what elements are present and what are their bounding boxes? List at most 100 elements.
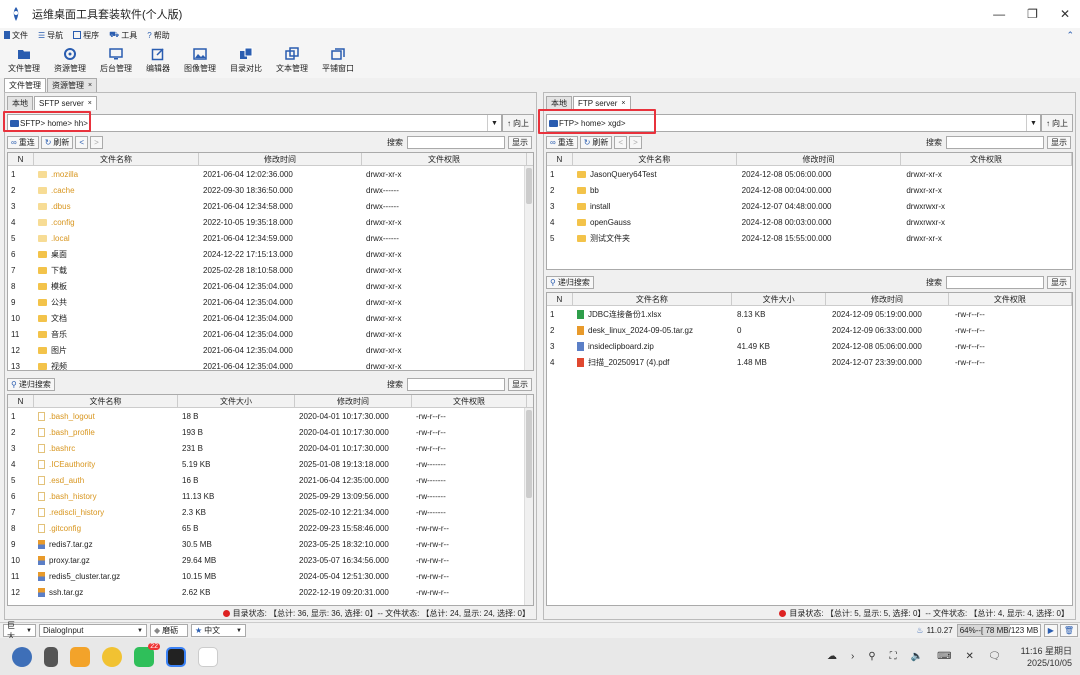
menu-help[interactable]: ? 帮助: [147, 30, 169, 41]
forward-button[interactable]: >: [90, 135, 103, 149]
table-row[interactable]: 10 文档 2021-06-04 12:35:04.000 drwxr-xr-x: [8, 310, 533, 326]
table-row[interactable]: 6 .bash_history 11.13 KB 2025-09-29 13:09:5…: [8, 488, 533, 504]
font-select[interactable]: DialogInput ▼: [39, 624, 147, 637]
cloud-icon[interactable]: ☁: [827, 651, 837, 662]
trash-icon[interactable]: 🗑: [1059, 624, 1078, 637]
play-button[interactable]: ▶: [1043, 624, 1058, 637]
theme-select[interactable]: ◆ 磨砺: [150, 624, 188, 637]
toolbar-dir-compare[interactable]: 目录对比: [228, 42, 264, 78]
launcher-icon[interactable]: [12, 646, 32, 667]
search-icon[interactable]: ⚲: [868, 651, 875, 662]
menu-tools[interactable]: ⛟ 工具: [109, 30, 137, 41]
chat-app-icon[interactable]: 22: [134, 642, 160, 667]
show-button[interactable]: 显示: [1047, 275, 1071, 289]
table-row[interactable]: 10 proxy.tar.gz 29.64 MB 2023-05-07 16:34:5…: [8, 552, 533, 568]
notification-icon[interactable]: 🗨: [988, 651, 1001, 662]
toolbar-text-manage[interactable]: 文本管理: [274, 42, 310, 78]
table-row[interactable]: 5 测试文件夹 2024-12-08 15:55:00.000 drwxr-xr-x: [547, 230, 1072, 246]
collapse-icon[interactable]: ⌃: [1066, 30, 1074, 41]
maximize-icon[interactable]: ❐: [1027, 7, 1038, 21]
multitask-icon[interactable]: [44, 646, 58, 667]
forward-button[interactable]: >: [629, 135, 642, 149]
back-button[interactable]: <: [614, 135, 628, 149]
table-row[interactable]: 12 ssh.tar.gz 2.62 KB 2022-12-19 09:20:31.0…: [8, 584, 533, 600]
close-tab-icon[interactable]: ×: [621, 100, 625, 107]
table-row[interactable]: 1 .bash_logout 18 B 2020-04-01 10:17:30.000…: [8, 408, 533, 424]
language-select[interactable]: ★ 中文 ▼: [191, 624, 246, 637]
tab-resource-manage[interactable]: 资源管理 ×: [47, 78, 98, 92]
table-row[interactable]: 2 .cache 2022-09-30 18:36:50.000 drwx------: [8, 182, 533, 198]
tab-file-manage[interactable]: 文件管理: [4, 78, 46, 92]
up-button[interactable]: ↑ 向上: [502, 114, 534, 132]
volume-icon[interactable]: 🔈: [911, 651, 923, 662]
keyboard-icon[interactable]: ⌨: [937, 651, 951, 662]
table-row[interactable]: 13 视频 2021-06-04 12:35:04.000 drwxr-xr-x: [8, 358, 533, 371]
file-search-input[interactable]: [407, 377, 505, 391]
table-row[interactable]: 1 JDBC连接备份1.xlsx 8.13 KB 2024-12-09 05:19:0…: [547, 306, 1072, 322]
tab-local[interactable]: 本地: [7, 96, 33, 110]
dir-search-input[interactable]: [407, 135, 505, 149]
table-row[interactable]: 8 .gitconfig 65 B 2022-09-23 15:58:46.000 -r…: [8, 520, 533, 536]
path-dropdown-icon[interactable]: ▼: [1026, 115, 1040, 131]
browser-icon[interactable]: [102, 646, 122, 667]
table-row[interactable]: 8 模板 2021-06-04 12:35:04.000 drwxr-xr-x: [8, 278, 533, 294]
table-row[interactable]: 3 .bashrc 231 B 2020-04-01 10:17:30.000 -rw-…: [8, 440, 533, 456]
table-row[interactable]: 3 insideclipboard.zip 41.49 KB 2024-12-08 0…: [547, 338, 1072, 354]
close-icon[interactable]: ✕: [966, 651, 974, 662]
close-tab-icon[interactable]: ×: [88, 82, 92, 89]
table-row[interactable]: 4 openGauss 2024-12-08 00:03:00.000 drwxrwx…: [547, 214, 1072, 230]
up-button[interactable]: ↑ 向上: [1041, 114, 1073, 132]
recursive-search-button[interactable]: ⚲ 递归搜索: [7, 377, 55, 391]
table-row[interactable]: 7 下载 2025-02-28 18:10:58.000 drwxr-xr-x: [8, 262, 533, 278]
reconnect-button[interactable]: ∞ 重连: [7, 135, 39, 149]
table-row[interactable]: 3 install 2024-12-07 04:48:00.000 drwxrwxr-…: [547, 198, 1072, 214]
path-dropdown-icon[interactable]: ▼: [487, 115, 501, 131]
size-select[interactable]: 巨大 ▼: [3, 621, 36, 641]
table-row[interactable]: 11 redis5_cluster.tar.gz 10.15 MB 2024-05-0…: [8, 568, 533, 584]
show-button[interactable]: 显示: [508, 377, 532, 391]
table-row[interactable]: 4 .config 2022-10-05 19:35:18.000 drwxr-xr-…: [8, 214, 533, 230]
table-row[interactable]: 9 redis7.tar.gz 30.5 MB 2023-05-25 18:32:10…: [8, 536, 533, 552]
menu-nav[interactable]: ☰ 导航: [38, 30, 63, 41]
table-row[interactable]: 4 .ICEauthority 5.19 KB 2025-01-08 19:13:18…: [8, 456, 533, 472]
table-row[interactable]: 1 .mozilla 2021-06-04 12:02:36.000 drwxr-xr…: [8, 166, 533, 182]
close-tab-icon[interactable]: ×: [88, 100, 92, 107]
table-row[interactable]: 11 音乐 2021-06-04 12:35:04.000 drwxr-xr-x: [8, 326, 533, 342]
table-row[interactable]: 2 .bash_profile 193 B 2020-04-01 10:17:30.0…: [8, 424, 533, 440]
chevron-right-icon[interactable]: ›: [851, 651, 854, 662]
toolbar-editor[interactable]: 编辑器: [144, 42, 172, 78]
toolbar-resource-manage[interactable]: 资源管理: [52, 42, 88, 78]
toolbar-backend-manage[interactable]: 后台管理: [98, 42, 134, 78]
clock[interactable]: 11:16 星期日 2025/10/05: [1021, 645, 1072, 669]
reconnect-button[interactable]: ∞ 重连: [546, 135, 578, 149]
table-row[interactable]: 1 JasonQuery64Test 2024-12-08 05:06:00.000…: [547, 166, 1072, 182]
menu-file[interactable]: 文件: [4, 30, 28, 41]
refresh-button[interactable]: ↻ 刷新: [579, 135, 613, 149]
toolbar-file-manage[interactable]: 文件管理: [6, 42, 42, 78]
table-row[interactable]: 3 .dbus 2021-06-04 12:34:58.000 drwx------: [8, 198, 533, 214]
minimize-icon[interactable]: —: [993, 7, 1005, 21]
table-row[interactable]: 7 .rediscli_history 2.3 KB 2025-02-10 12:21…: [8, 504, 533, 520]
dir-search-input[interactable]: [946, 135, 1044, 149]
table-row[interactable]: 2 desk_linux_2024-09-05.tar.gz 0 2024-12-09…: [547, 322, 1072, 338]
recursive-search-button[interactable]: ⚲ 递归搜索: [546, 275, 594, 289]
refresh-button[interactable]: ↻ 刷新: [40, 135, 74, 149]
file-search-input[interactable]: [946, 275, 1044, 289]
terminal-icon[interactable]: [166, 646, 186, 667]
scrollbar[interactable]: [524, 166, 533, 370]
tab-sftp-server[interactable]: SFTP server ×: [34, 96, 97, 110]
table-row[interactable]: 12 图片 2021-06-04 12:35:04.000 drwxr-xr-x: [8, 342, 533, 358]
network-icon[interactable]: ⛶: [890, 651, 897, 662]
scrollbar[interactable]: [524, 408, 533, 605]
toolbar-tile-window[interactable]: 平铺窗口: [320, 42, 356, 78]
show-button[interactable]: 显示: [1047, 135, 1071, 149]
menu-program[interactable]: 程序: [73, 30, 99, 41]
table-row[interactable]: 5 .esd_auth 16 B 2021-06-04 12:35:00.000 -rw…: [8, 472, 533, 488]
back-button[interactable]: <: [75, 135, 89, 149]
tab-ftp-server[interactable]: FTP server ×: [573, 96, 631, 110]
table-row[interactable]: 2 bb 2024-12-08 00:04:00.000 drwxr-xr-x: [547, 182, 1072, 198]
table-row[interactable]: 6 桌面 2024-12-22 17:15:13.000 drwxr-xr-x: [8, 246, 533, 262]
files-app-icon[interactable]: [70, 646, 90, 667]
show-button[interactable]: 显示: [508, 135, 532, 149]
app-logo-icon[interactable]: [198, 646, 218, 667]
